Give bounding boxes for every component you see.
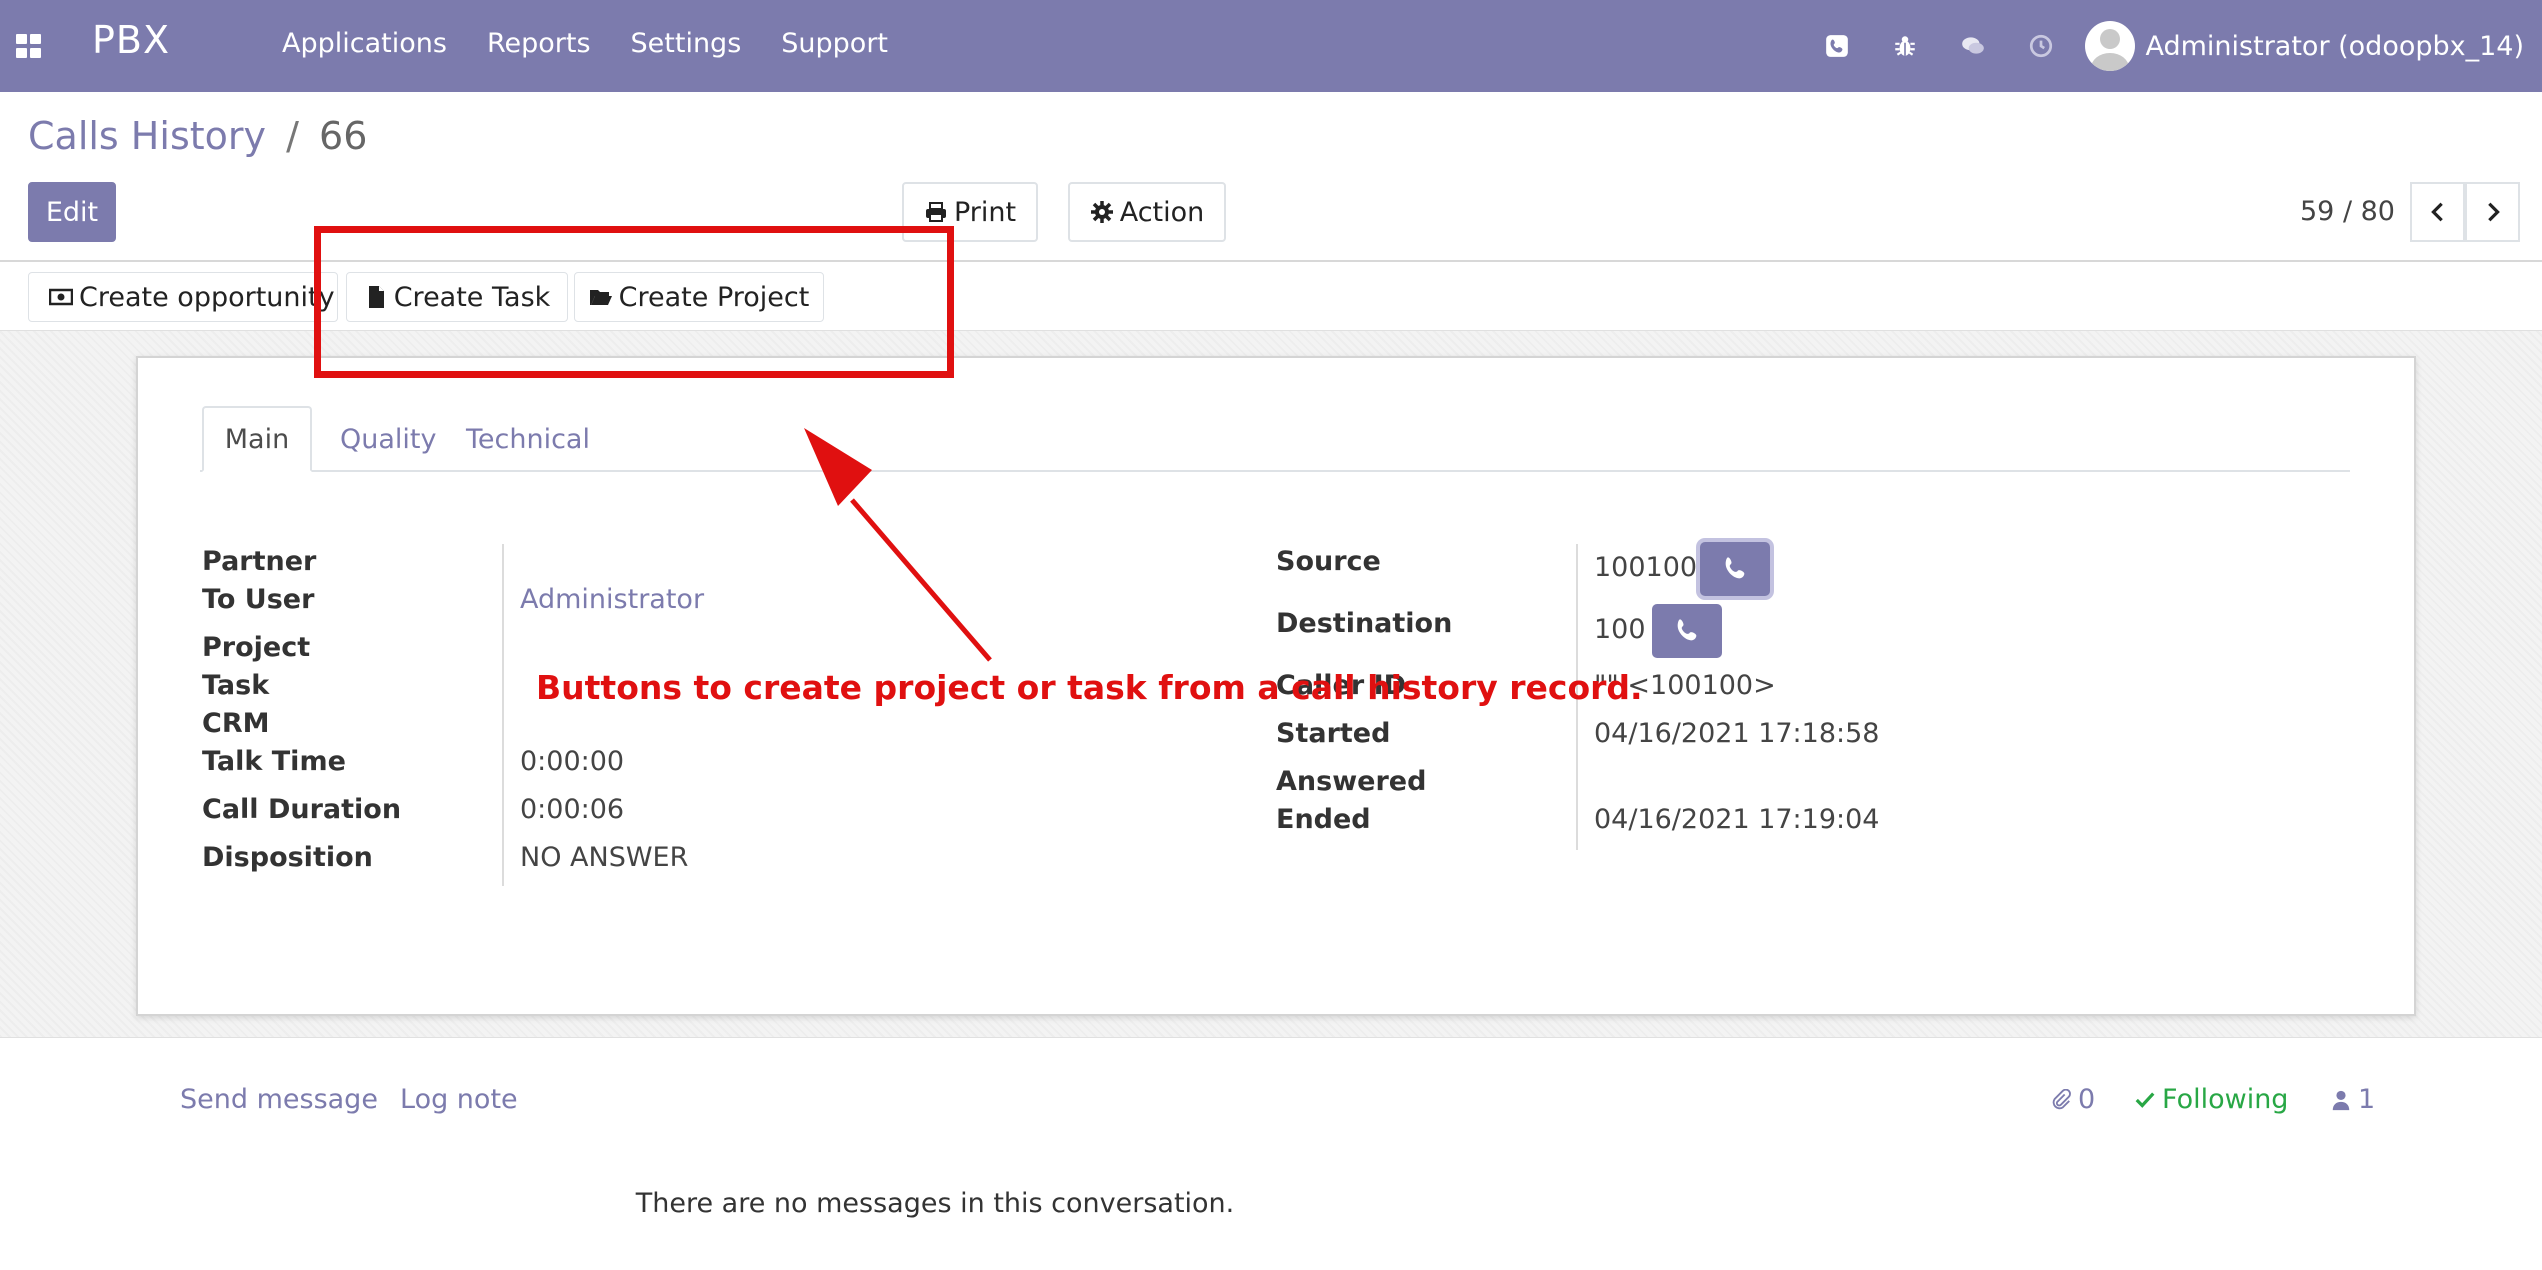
- paperclip-icon: [2052, 1088, 2071, 1109]
- following-label: Following: [2162, 1084, 2289, 1115]
- breadcrumb: Calls History / 66: [28, 114, 367, 158]
- talk-time-label: Talk Time: [202, 746, 346, 777]
- menu-settings[interactable]: Settings: [631, 28, 742, 59]
- bug-icon[interactable]: [1871, 0, 1939, 92]
- user-icon: [2332, 1090, 2350, 1110]
- call-source-button[interactable]: [1700, 542, 1770, 596]
- top-navbar: PBX Applications Reports Settings Suppor…: [0, 0, 2542, 92]
- tab-technical[interactable]: Technical: [442, 406, 614, 472]
- call-duration-label: Call Duration: [202, 794, 402, 825]
- create-opportunity-button[interactable]: Create opportunity: [28, 272, 338, 322]
- log-note-button[interactable]: Log note: [400, 1084, 518, 1115]
- breadcrumb-separator: /: [286, 114, 299, 158]
- source-value: 100100: [1594, 552, 1698, 583]
- user-name: Administrator (odoopbx_14): [2145, 30, 2524, 62]
- check-icon: [2135, 1091, 2155, 1108]
- tab-quality[interactable]: Quality: [316, 406, 460, 472]
- to-user-label: To User: [202, 584, 315, 615]
- call-destination-button[interactable]: [1652, 604, 1722, 658]
- pager-next-button[interactable]: [2465, 182, 2520, 242]
- main-menu: Applications Reports Settings Support: [282, 28, 888, 59]
- phone-icon[interactable]: [1803, 0, 1871, 92]
- to-user-value[interactable]: Administrator: [520, 584, 704, 615]
- followers-count: 1: [2358, 1084, 2376, 1115]
- tab-main[interactable]: Main: [202, 406, 312, 472]
- pager-value[interactable]: 59 / 80: [2300, 196, 2395, 227]
- annotation-text: Buttons to create project or task from a…: [536, 668, 1643, 707]
- attachments-count: 0: [2078, 1084, 2096, 1115]
- apps-menu-icon[interactable]: [16, 34, 42, 58]
- user-menu[interactable]: Administrator (odoopbx_14): [2085, 21, 2524, 71]
- breadcrumb-parent[interactable]: Calls History: [28, 114, 266, 158]
- chevron-right-icon: [2487, 202, 2500, 222]
- source-label: Source: [1276, 546, 1381, 577]
- avatar: [2085, 21, 2136, 71]
- project-label: Project: [202, 632, 311, 663]
- crm-label: CRM: [202, 708, 270, 739]
- call-duration-value: 0:00:06: [520, 794, 625, 825]
- ended-label: Ended: [1276, 804, 1371, 835]
- task-label: Task: [202, 670, 270, 701]
- left-group-divider: [502, 544, 504, 886]
- app-brand[interactable]: PBX: [92, 18, 170, 62]
- systray: Administrator (odoopbx_14): [1803, 0, 2542, 92]
- pager-previous-button[interactable]: [2410, 182, 2465, 242]
- started-label: Started: [1276, 718, 1391, 749]
- gear-icon: [1090, 201, 1113, 223]
- annotation-arrow-icon: [804, 428, 992, 662]
- talk-time-value: 0:00:00: [520, 746, 625, 777]
- print-icon: [925, 202, 946, 222]
- action-button[interactable]: Action: [1068, 182, 1226, 242]
- chat-icon[interactable]: [1939, 0, 2007, 92]
- action-label: Action: [1119, 196, 1205, 228]
- ended-value: 04/16/2021 17:19:04: [1594, 804, 1880, 835]
- edit-button[interactable]: Edit: [28, 182, 116, 242]
- menu-applications[interactable]: Applications: [282, 28, 447, 59]
- menu-support[interactable]: Support: [781, 28, 888, 59]
- print-label: Print: [953, 196, 1017, 228]
- annotation-highlight-box: [314, 226, 954, 378]
- destination-label: Destination: [1276, 608, 1453, 639]
- send-message-button[interactable]: Send message: [180, 1084, 378, 1115]
- clock-icon[interactable]: [2007, 0, 2075, 92]
- disposition-label: Disposition: [202, 842, 373, 873]
- following-button[interactable]: Following: [2134, 1084, 2288, 1115]
- create-opportunity-label: Create opportunity: [79, 281, 335, 313]
- money-icon: [49, 288, 73, 306]
- started-value: 04/16/2021 17:18:58: [1594, 718, 1880, 749]
- attachments-button[interactable]: 0: [2050, 1084, 2095, 1115]
- followers-button[interactable]: 1: [2330, 1084, 2375, 1115]
- empty-conversation-message: There are no messages in this conversati…: [635, 1188, 1235, 1219]
- disposition-value: NO ANSWER: [520, 842, 689, 873]
- destination-value: 100: [1594, 614, 1646, 645]
- breadcrumb-current: 66: [319, 114, 368, 158]
- menu-reports[interactable]: Reports: [487, 28, 591, 59]
- answered-label: Answered: [1276, 766, 1427, 797]
- partner-label: Partner: [202, 546, 317, 577]
- phone-icon: [1677, 619, 1697, 641]
- phone-icon: [1725, 557, 1745, 579]
- notebook-tabs: Main Quality Technical: [200, 406, 2350, 472]
- chevron-left-icon: [2430, 202, 2443, 222]
